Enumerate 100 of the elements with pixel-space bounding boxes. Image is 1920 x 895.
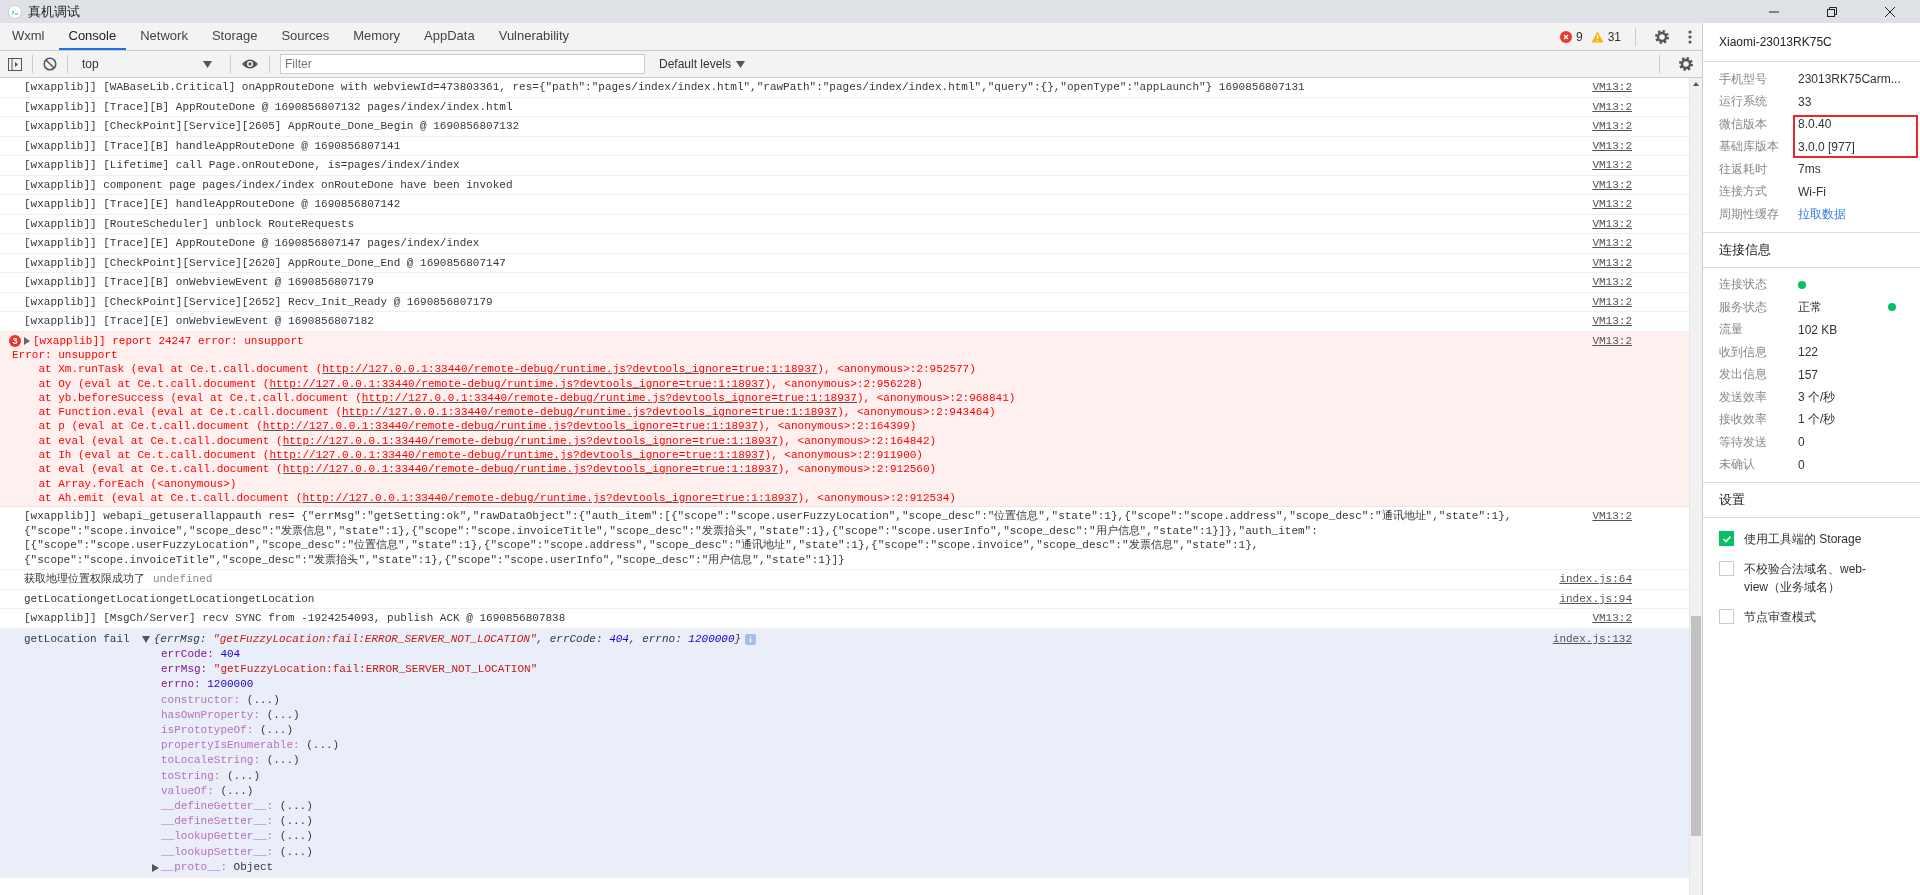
stack-link[interactable]: http://127.0.0.1:33440/remote-debug/runtime.js?devtools_ignore=true:1:18937 bbox=[269, 449, 765, 462]
checkbox[interactable] bbox=[1719, 561, 1734, 576]
fetch-data-link[interactable]: 拉取数据 bbox=[1798, 205, 1846, 223]
property-key: valueOf: bbox=[161, 784, 214, 797]
tab[interactable]: Vulnerability bbox=[488, 23, 580, 50]
source-link[interactable]: VM13:2 bbox=[1522, 99, 1632, 114]
source-link[interactable]: index.js:64 bbox=[1522, 572, 1632, 587]
stack-text: ), <anonymous>:2:912560) bbox=[777, 463, 937, 476]
source-link[interactable]: VM13:2 bbox=[1522, 80, 1632, 95]
expand-caret-icon[interactable] bbox=[141, 635, 150, 643]
source-link[interactable]: VM13:2 bbox=[1522, 158, 1632, 173]
more-icon[interactable] bbox=[1688, 28, 1692, 45]
source-link[interactable]: VM13:2 bbox=[1522, 611, 1632, 626]
clear-icon[interactable] bbox=[43, 57, 57, 71]
stack-link[interactable]: http://127.0.0.1:33440/remote-debug/runtime.js?devtools_ignore=true:1:18937 bbox=[361, 391, 857, 404]
property-value: (...) bbox=[279, 815, 313, 828]
source-link[interactable]: index.js:132 bbox=[1522, 631, 1632, 875]
info-value: 0 bbox=[1798, 435, 1805, 450]
property-value: (...) bbox=[279, 800, 313, 812]
info-label: 收到信息 bbox=[1719, 343, 1768, 361]
property-key: __lookupSetter__: bbox=[161, 845, 274, 858]
tab[interactable]: Storage bbox=[201, 23, 268, 50]
log-message: [wxapplib]] [MsgCh/Server] recv SYNC from -1924254093, publish ACK @ 1690856807838 bbox=[24, 612, 566, 625]
stack-link[interactable]: http://127.0.0.1:33440/remote-debug/runtime.js?devtools_ignore=true:1:18937 bbox=[262, 420, 758, 433]
stack-text: at Ah.emit (eval at Ce.t.call.document ( bbox=[37, 491, 303, 504]
source-link[interactable]: VM13:2 bbox=[1522, 236, 1632, 251]
stack-link[interactable]: http://127.0.0.1:33440/remote-debug/runtime.js?devtools_ignore=true:1:18937 bbox=[282, 463, 778, 476]
scrollbar[interactable] bbox=[1689, 78, 1702, 895]
checkbox[interactable] bbox=[1719, 531, 1734, 546]
stack-link[interactable]: http://127.0.0.1:33440/remote-debug/runtime.js?devtools_ignore=true:1:18937 bbox=[342, 406, 838, 419]
expand-caret-icon[interactable] bbox=[24, 336, 30, 345]
property-key: toString: bbox=[161, 769, 221, 782]
info-label: 发送效率 bbox=[1719, 388, 1768, 406]
scrollbar-thumb[interactable] bbox=[1691, 616, 1701, 836]
source-link[interactable]: VM13:2 bbox=[1522, 275, 1632, 290]
property-key: isPrototypeOf: bbox=[161, 724, 254, 736]
caret-icon bbox=[736, 60, 746, 68]
property-value: 1200000 bbox=[207, 678, 254, 691]
stack-text: at eval (eval at Ce.t.call.document ( bbox=[37, 434, 283, 447]
checkbox[interactable] bbox=[1719, 609, 1734, 624]
restore-icon[interactable] bbox=[1826, 5, 1838, 18]
tab[interactable]: Memory bbox=[343, 23, 411, 50]
info-value: 1 个/秒 bbox=[1798, 411, 1836, 429]
log-message: [wxapplib]] [RouteScheduler] unblock RouteRequests bbox=[24, 217, 355, 230]
sidebar-toggle-icon[interactable] bbox=[8, 57, 22, 71]
levels-dropdown[interactable]: Default levels bbox=[659, 57, 746, 71]
source-link[interactable]: VM13:2 bbox=[1522, 197, 1632, 212]
stack-text: ), <anonymous>:2:164399) bbox=[757, 420, 917, 433]
log-value: undefined bbox=[153, 573, 213, 586]
source-link[interactable]: VM13:2 bbox=[1522, 177, 1632, 192]
context-select[interactable]: top bbox=[78, 57, 220, 71]
source-link[interactable]: VM13:2 bbox=[1522, 138, 1632, 153]
filter-field[interactable]: Filter bbox=[280, 54, 645, 74]
source-link[interactable]: VM13:2 bbox=[1522, 333, 1632, 506]
info-label: 往返耗时 bbox=[1719, 160, 1768, 178]
log-message: [wxapplib]] [WABaseLib.Critical] onAppRouteDone with webviewId=473803361, res={"path":"pages/index/index.html","rawPath":"pages/index/index.html","query":{},"openType":"appLaunch"} 1690856807131 bbox=[24, 81, 1305, 93]
property-key: propertyIsEnumerable: bbox=[161, 739, 300, 752]
stack-text: ), <anonymous>:2:911900) bbox=[764, 449, 923, 462]
checkbox-label: 使用工具端的 Storage bbox=[1744, 531, 1863, 548]
close-icon[interactable] bbox=[1884, 5, 1896, 18]
eye-icon[interactable] bbox=[241, 58, 259, 70]
source-link[interactable]: VM13:2 bbox=[1522, 216, 1632, 231]
stack-link[interactable]: http://127.0.0.1:33440/remote-debug/runtime.js?devtools_ignore=true:1:18937 bbox=[322, 363, 818, 376]
info-value: 7ms bbox=[1798, 162, 1821, 177]
source-link[interactable]: VM13:2 bbox=[1522, 255, 1632, 270]
settings-icon[interactable] bbox=[1678, 56, 1694, 72]
info-label: 周期性缓存 bbox=[1719, 205, 1780, 223]
property-key: __lookupGetter__: bbox=[161, 830, 274, 843]
property-value: (...) bbox=[266, 708, 300, 721]
property-key: errMsg: bbox=[161, 663, 208, 676]
log-message: [wxapplib]] [Trace][E] AppRouteDone @ 1690856807147 pages/index/index bbox=[24, 237, 480, 249]
expand-caret-icon[interactable] bbox=[152, 863, 159, 872]
object-preview-text: 1200000 bbox=[688, 632, 735, 645]
settings-icon[interactable] bbox=[1654, 28, 1670, 45]
property-key: __defineSetter__: bbox=[161, 815, 274, 828]
stack-link[interactable]: http://127.0.0.1:33440/remote-debug/runtime.js?devtools_ignore=true:1:18937 bbox=[269, 377, 765, 390]
warning-icon bbox=[1590, 30, 1604, 43]
tab[interactable]: Wxml bbox=[2, 23, 55, 50]
stack-text: at Oy (eval at Ce.t.call.document ( bbox=[37, 377, 270, 390]
tab[interactable]: Network bbox=[130, 23, 198, 50]
info-label: 服务状态 bbox=[1719, 298, 1768, 316]
info-label: 接收效率 bbox=[1719, 411, 1768, 429]
property-key: __proto__: bbox=[161, 860, 227, 873]
info-label: 等待发送 bbox=[1719, 433, 1768, 451]
tab[interactable]: AppData bbox=[414, 23, 485, 50]
source-link[interactable]: VM13:2 bbox=[1522, 294, 1632, 309]
source-link[interactable]: VM13:2 bbox=[1522, 314, 1632, 329]
object-preview-text: } bbox=[734, 632, 742, 645]
stack-text: at Ih (eval at Ce.t.call.document ( bbox=[37, 449, 270, 462]
source-link[interactable]: index.js:94 bbox=[1522, 591, 1632, 607]
info-value: 8.0.40 bbox=[1798, 117, 1832, 132]
stack-link[interactable]: http://127.0.0.1:33440/remote-debug/runtime.js?devtools_ignore=true:1:18937 bbox=[302, 491, 798, 504]
tab[interactable]: Sources bbox=[271, 23, 340, 50]
property-value: (...) bbox=[246, 693, 280, 706]
source-link[interactable]: VM13:2 bbox=[1522, 119, 1632, 134]
window-title: 真机调试 bbox=[28, 2, 80, 21]
stack-text: ), <anonymous>:2:956228) bbox=[764, 377, 923, 390]
info-value: 122 bbox=[1798, 345, 1819, 360]
stack-link[interactable]: http://127.0.0.1:33440/remote-debug/runtime.js?devtools_ignore=true:1:18937 bbox=[282, 434, 778, 447]
source-link[interactable]: VM13:2 bbox=[1522, 509, 1632, 568]
